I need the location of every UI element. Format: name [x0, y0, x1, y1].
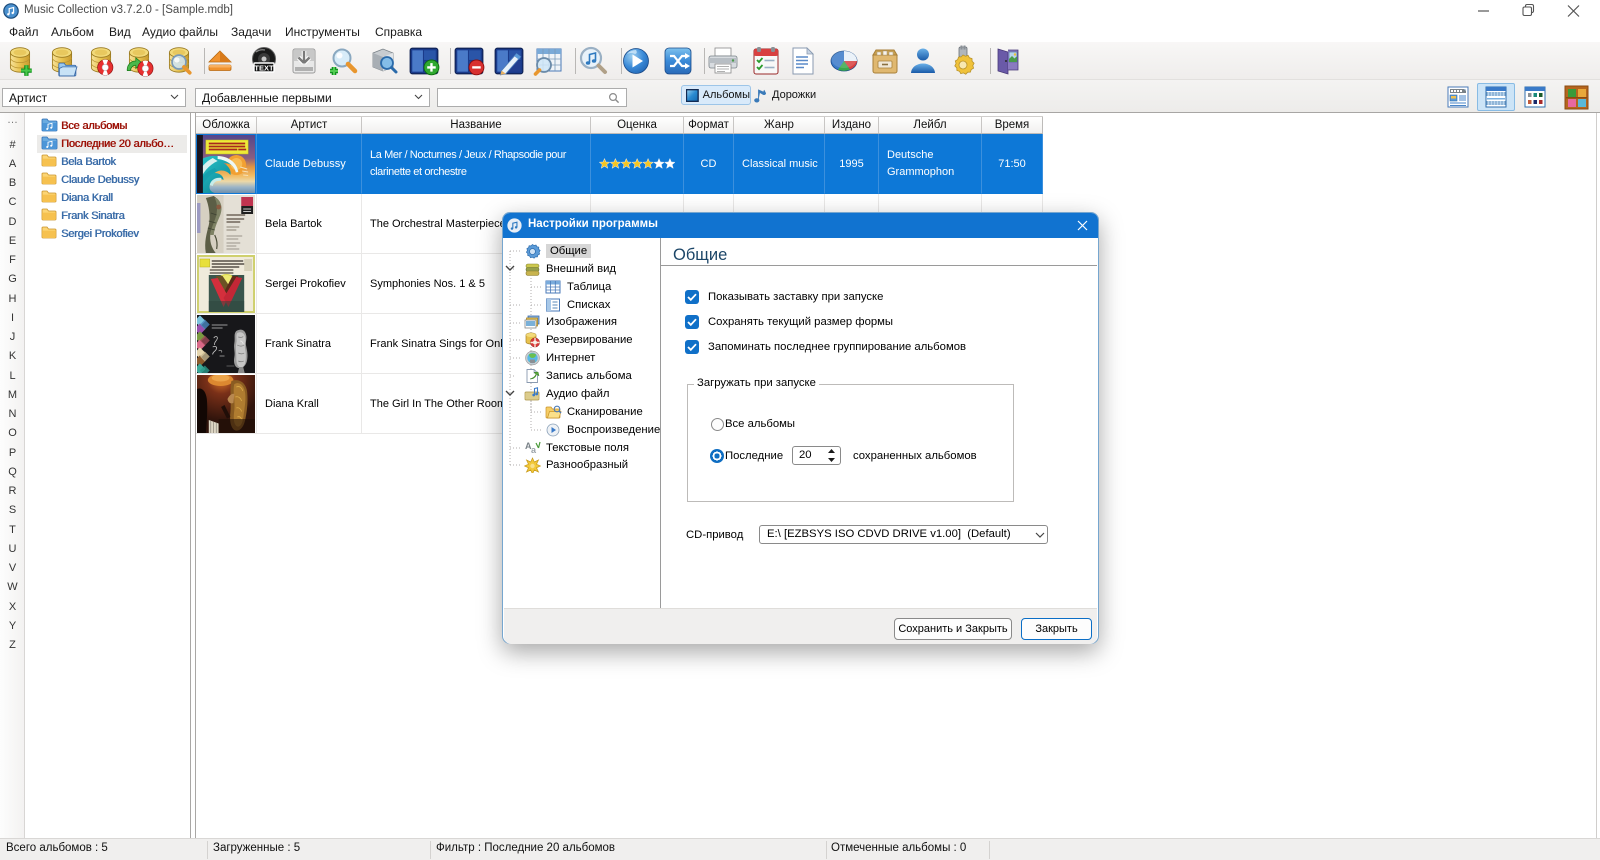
svg-text:a: a [531, 445, 537, 455]
svg-text:TEXT: TEXT [254, 64, 274, 73]
